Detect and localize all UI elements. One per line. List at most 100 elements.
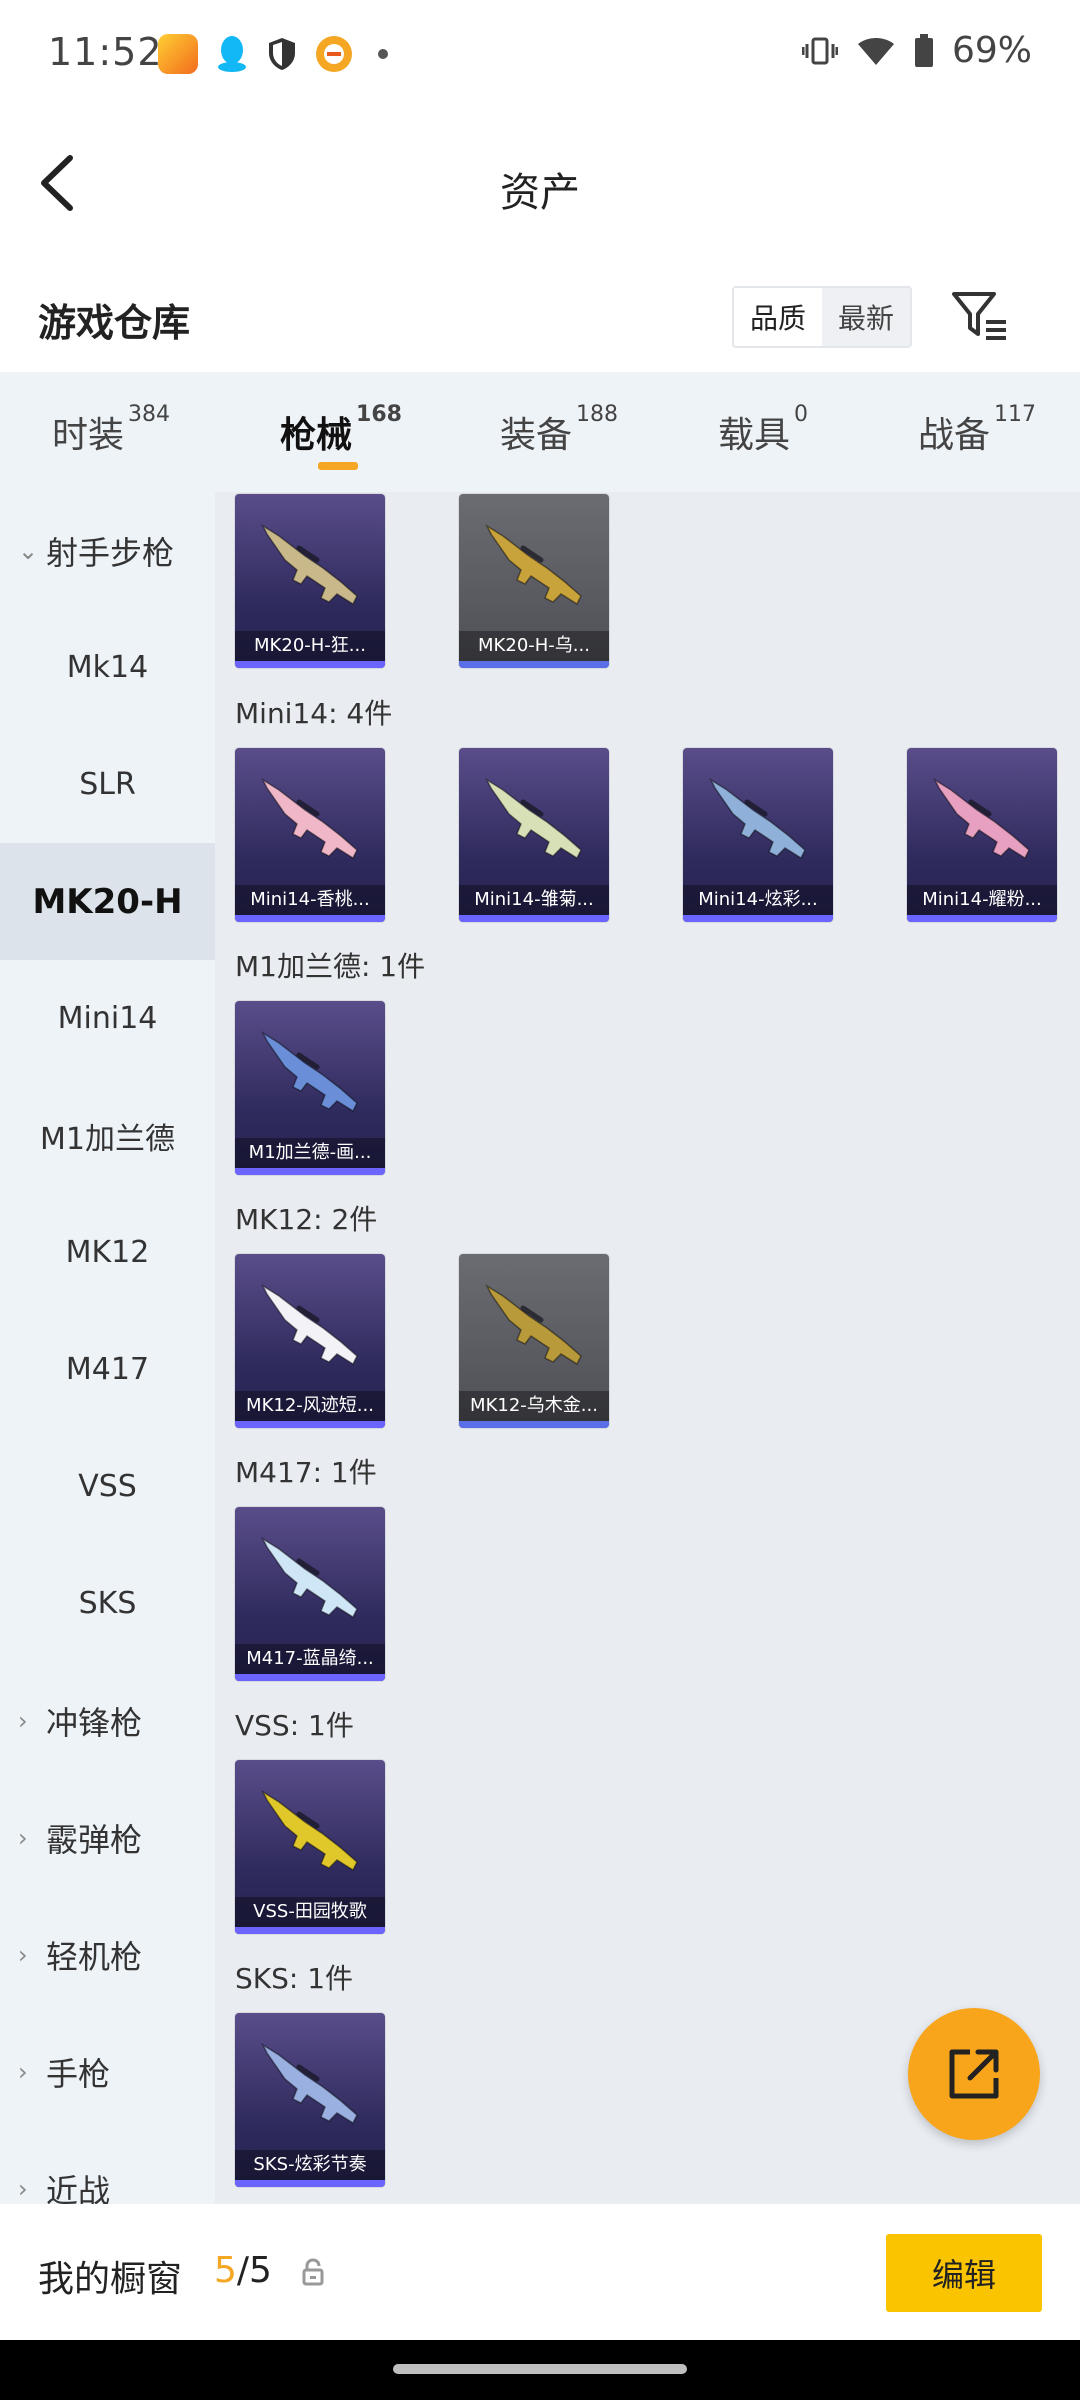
group-title-sks: SKS: 1件 [235,1962,354,1995]
weapon-name: SKS-炫彩节奏 [235,2150,385,2180]
rifle-icon [485,523,582,606]
group-title-vss: VSS: 1件 [235,1709,354,1742]
sidebar-item-mini14[interactable]: Mini14 [0,960,215,1077]
sort-quality-option[interactable]: 品质 [734,288,822,346]
weapon-name: M1加兰德-画... [235,1138,385,1168]
sidebar-item-slr[interactable]: SLR [0,726,215,843]
weapon-name: MK20-H-狂... [235,631,385,661]
weapon-card[interactable]: SKS-炫彩节奏 [235,2013,385,2187]
showcase-count: 5/5 [214,2250,272,2291]
quality-bar [235,1168,385,1175]
chevron-right-icon: › [18,2057,28,2086]
chevron-right-icon: › [18,1706,28,1735]
weapon-grid: MK20-H-狂... MK20-H-乌... Mini14: 4件 Mini1… [215,492,1080,2204]
status-icons-left [158,34,388,74]
quality-bar [235,1674,385,1681]
showcase-label: 我的橱窗 [38,2259,183,2300]
weapon-card[interactable]: MK20-H-乌... [459,494,609,668]
orange-app-icon [316,36,352,72]
quality-bar [459,661,609,668]
rifle-icon [485,1283,582,1366]
sidebar-item-mk12[interactable]: MK12 [0,1194,215,1311]
rifle-icon [261,1283,358,1366]
sidebar-category-label: 手枪 [46,2054,111,2093]
section-title: 游戏仓库 [38,301,191,345]
sidebar-category-lmg[interactable]: › 轻机枪 [0,1896,215,2013]
weapon-card[interactable]: M417-蓝晶绮... [235,1507,385,1681]
quality-bar [683,915,833,922]
home-gesture-handle[interactable] [393,2364,687,2374]
weapon-sidebar: ⌄ 射手步枪 Mk14 SLR MK20-H Mini14 M1加兰德 MK12… [0,492,215,2204]
weapon-name: Mini14-耀粉... [907,885,1057,915]
chevron-down-icon: ⌄ [18,536,39,565]
weapon-card[interactable]: M1加兰德-画... [235,1001,385,1175]
shield-icon [269,38,295,70]
sidebar-item-mk20h[interactable]: MK20-H [0,843,215,960]
weapon-card[interactable]: MK20-H-狂... [235,494,385,668]
weapon-name: MK20-H-乌... [459,631,609,661]
weapon-name: M417-蓝晶绮... [235,1644,385,1674]
weapon-card[interactable]: VSS-田园牧歌 [235,1760,385,1934]
system-nav-bar [0,2340,1080,2400]
sidebar-item-m417[interactable]: M417 [0,1311,215,1428]
sidebar-item-mk14[interactable]: Mk14 [0,609,215,726]
sidebar-category-marksman[interactable]: ⌄ 射手步枪 [0,492,215,609]
weapon-card[interactable]: Mini14-炫彩... [683,748,833,922]
tab-label: 装备 [500,415,573,456]
sidebar-item-vss[interactable]: VSS [0,1428,215,1545]
tab-count: 0 [794,402,809,427]
edit-button[interactable]: 编辑 [886,2234,1042,2312]
group-title-m417: M417: 1件 [235,1456,377,1489]
tab-count: 168 [356,402,402,427]
tab-equipment[interactable]: 装备188 [500,402,618,458]
rifle-icon [485,777,582,860]
tab-count: 117 [994,402,1037,427]
tab-supplies[interactable]: 战备117 [918,402,1036,458]
qq-icon [218,36,246,72]
tab-firearms[interactable]: 枪械168 [280,402,402,458]
tab-label: 枪械 [280,415,353,456]
battery-icon [914,33,933,67]
quality-bar [459,915,609,922]
active-tab-indicator [318,462,358,470]
tab-label: 载具 [718,415,791,456]
sidebar-category-label: 射手步枪 [46,533,175,572]
tab-fashion[interactable]: 时装384 [52,402,170,458]
weapon-card[interactable]: Mini14-雏菊... [459,748,609,922]
game-app-icon [158,34,198,74]
rifle-icon [261,2042,358,2125]
group-title-mk12: MK12: 2件 [235,1203,378,1236]
weapon-name: Mini14-炫彩... [683,885,833,915]
weapon-name: Mini14-香桃... [235,885,385,915]
tab-count: 384 [128,402,171,427]
share-button[interactable] [908,2008,1040,2140]
weapon-card[interactable]: MK12-风迹短... [235,1254,385,1428]
chevron-right-icon: › [18,2174,28,2203]
quality-bar [235,1421,385,1428]
filter-icon[interactable] [950,288,1010,344]
wifi-icon [857,37,894,65]
sort-newest-option[interactable]: 最新 [822,288,910,346]
sort-toggle[interactable]: 品质 最新 [732,286,912,348]
status-time: 11:52 [48,30,163,74]
sidebar-item-sks[interactable]: SKS [0,1545,215,1662]
sidebar-category-pistol[interactable]: › 手枪 [0,2013,215,2130]
sidebar-category-shotgun[interactable]: › 霰弹枪 [0,1779,215,1896]
weapon-card[interactable]: Mini14-香桃... [235,748,385,922]
sidebar-item-m1-garand[interactable]: M1加兰德 [0,1077,215,1194]
showcase-total: /5 [236,2250,272,2291]
weapon-card[interactable]: MK12-乌木金... [459,1254,609,1428]
rifle-icon [261,523,358,606]
weapon-name: MK12-乌木金... [459,1391,609,1421]
status-icons-right: 69% [801,30,1032,71]
chevron-right-icon: › [18,1823,28,1852]
sidebar-category-melee[interactable]: › 近战 [0,2130,215,2205]
rifle-icon [261,1789,358,1872]
sidebar-category-smg[interactable]: › 冲锋枪 [0,1662,215,1779]
weapon-card[interactable]: Mini14-耀粉... [907,748,1057,922]
sidebar-category-label: 轻机枪 [46,1937,143,1976]
vibrate-icon [801,37,838,64]
tab-vehicles[interactable]: 载具0 [718,402,808,458]
tab-label: 时装 [52,415,125,456]
weapon-name: Mini14-雏菊... [459,885,609,915]
